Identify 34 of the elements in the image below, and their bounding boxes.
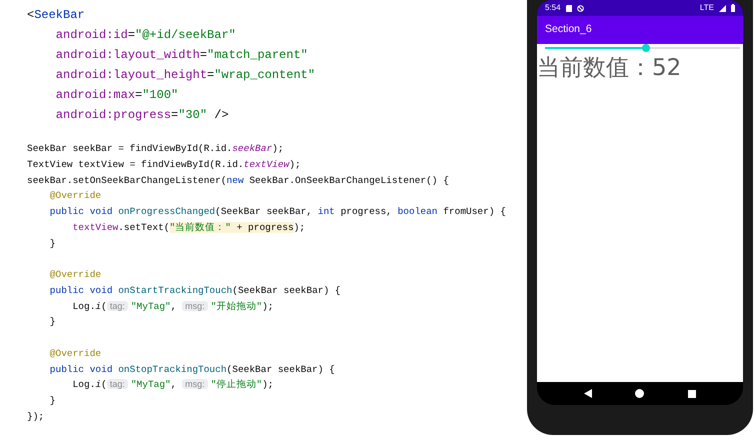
code-line: android:progress="30" /> [54,107,229,124]
code-line: } [48,394,56,408]
recents-icon[interactable] [688,390,696,398]
code-line: @Override [48,268,102,282]
battery-icon [731,4,735,12]
code-line: textView.setText("当前数值：" + progress); [72,220,306,235]
code-line: public void onProgressChanged(SeekBar seekBar, int progress, boolean fromUser) { [48,205,506,219]
code-line: Log.i( tag: "MyTag", msg: "停止拖动"); [72,378,274,392]
code-line: public void onStopTrackingTouch(SeekBar seekBar) { [48,362,335,376]
seekbar-thumb[interactable] [642,44,650,52]
code-line: }); [27,410,44,424]
network-label: LTE [700,2,714,14]
code-line: } [48,315,56,330]
status-time: 5:54 [545,2,561,14]
code-line: @Override [48,346,102,361]
back-icon[interactable] [584,389,592,398]
value-text: 当前数值：52 [537,54,682,83]
app-title: Section_6 [545,22,592,38]
code-line: @Override [48,189,102,204]
code-line: android:max="100" [54,87,178,104]
code-line: Log.i( tag: "MyTag", msg: "开始拖动"); [72,300,274,314]
home-icon[interactable] [635,389,644,398]
code-line: android:layout_width="match_parent" [54,47,308,64]
code-line: android:id="@+id/seekBar" [54,27,236,44]
sd-card-icon [566,4,572,12]
code-line: android:layout_height="wrap_content" [54,67,316,84]
blocked-icon [576,4,584,12]
code-line: SeekBar seekBar = findViewById(R.id.seekBar); [27,142,284,156]
code-line: <SeekBar [27,7,85,24]
code-line: public void onStartTrackingTouch(SeekBar seekBar) { [48,284,341,298]
signal-icon [719,4,726,12]
code-line: seekBar.setOnSeekBarChangeListener(new SeekBar.OnSeekBarChangeListener() { [27,174,449,188]
code-line: } [48,236,56,250]
code-line: TextView textView = findViewById(R.id.textView); [27,158,301,172]
